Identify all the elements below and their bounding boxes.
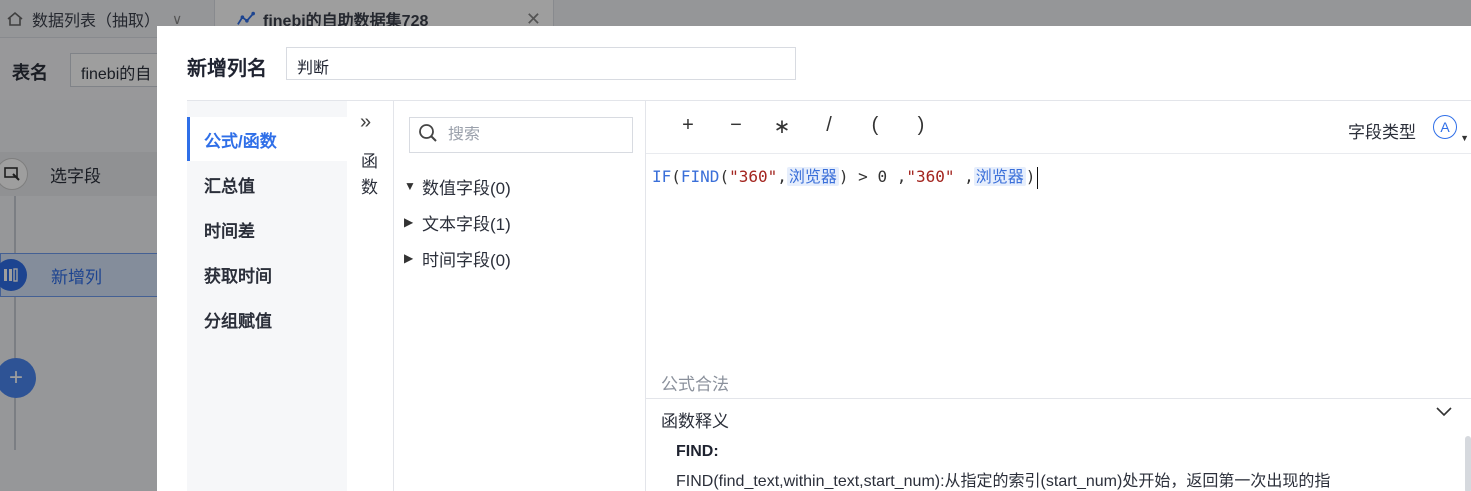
formula-panel: 公式/函数 汇总值 时间差 获取时间 分组赋值 » 函 数 ▼ 数值字段(0) [187, 100, 1471, 491]
formula-token: IF [652, 167, 672, 186]
search-icon [418, 123, 438, 148]
formula-token: ) > 0 , [838, 167, 907, 186]
category-aggregate[interactable]: 汇总值 [187, 162, 347, 206]
operator-multiply-button[interactable]: ∗ [770, 114, 794, 139]
category-group-assign[interactable]: 分组赋值 [187, 297, 347, 341]
formula-token: ( [719, 167, 730, 186]
operator-left-paren-button[interactable]: ( [863, 114, 887, 137]
caret-down-icon: ▼ [404, 179, 416, 193]
double-chevron-right-icon[interactable]: » [360, 111, 371, 134]
column-name-input[interactable]: 判断 [286, 47, 796, 80]
operator-plus-button[interactable]: + [676, 114, 700, 137]
formula-text[interactable]: IF(FIND("360", 浏览器) > 0 ,"360" , 浏览器) [652, 163, 1039, 189]
formula-field-tag[interactable]: 浏览器 [786, 167, 839, 186]
formula-token: "360" [729, 167, 778, 186]
category-formula[interactable]: 公式/函数 [187, 117, 347, 161]
search-input[interactable] [448, 126, 618, 144]
formula-token: ( [671, 167, 681, 186]
chevron-down-icon[interactable] [1435, 405, 1453, 423]
caret-down-icon[interactable]: ▼ [1460, 133, 1469, 143]
formula-token: , [777, 167, 787, 186]
caret-right-icon: ▶ [404, 215, 414, 229]
field-group-label: 时间字段(0) [422, 250, 511, 270]
dialog-title: 新增列名 [187, 58, 267, 80]
function-category-list: 公式/函数 汇总值 时间差 获取时间 分组赋值 [187, 101, 347, 491]
function-label-char: 数 [361, 178, 378, 197]
field-group-numeric[interactable]: ▼ 数值字段(0) [404, 172, 511, 200]
text-type-icon[interactable]: A [1433, 115, 1457, 139]
formula-token: FIND [680, 167, 720, 186]
field-type-label: 字段类型 [1348, 123, 1416, 142]
function-label-char: 函 [361, 152, 378, 171]
field-group-text[interactable]: ▶ 文本字段(1) [404, 208, 511, 236]
function-collapse-toggle[interactable]: » 函 数 [347, 101, 394, 491]
field-group-time[interactable]: ▶ 时间字段(0) [404, 244, 511, 272]
explanation-function-name: FIND: [676, 443, 719, 460]
category-get-time[interactable]: 获取时间 [187, 252, 347, 296]
field-group-label: 文本字段(1) [422, 214, 511, 234]
formula-editor: + − ∗ / ( ) 字段类型 A ▼ IF(FIND("360", 浏览器) … [646, 101, 1471, 491]
explanation-description: FIND(find_text,within_text,start_num):从指… [676, 473, 1331, 490]
explanation-scrollbar[interactable] [1465, 436, 1471, 491]
function-explanation: 函数释义 FIND: FIND(find_text,within_text,st… [646, 398, 1471, 491]
add-column-dialog: 新增列名 判断 公式/函数 汇总值 时间差 获取时间 分组赋值 » 函 数 搜索… [157, 26, 1471, 491]
field-search[interactable] [409, 117, 633, 153]
operator-toolbar: + − ∗ / ( ) 字段类型 A ▼ [646, 101, 1471, 154]
field-list-panel: ▼ 数值字段(0) ▶ 文本字段(1) ▶ 时间字段(0) [394, 101, 646, 491]
text-cursor [1037, 166, 1039, 189]
category-time-diff[interactable]: 时间差 [187, 207, 347, 251]
operator-right-paren-button[interactable]: ) [909, 114, 933, 137]
field-group-label: 数值字段(0) [422, 178, 511, 198]
formula-token: "360" [906, 167, 955, 186]
caret-right-icon: ▶ [404, 251, 414, 265]
operator-minus-button[interactable]: − [724, 114, 748, 137]
operator-divide-button[interactable]: / [817, 114, 841, 137]
formula-field-tag[interactable]: 浏览器 [973, 167, 1026, 186]
explanation-title: 函数释义 [661, 412, 729, 431]
formula-validation-status: 公式合法 [661, 375, 729, 394]
function-vertical-label: 函 数 [361, 149, 381, 201]
formula-token: ) [1025, 167, 1036, 186]
formula-token: , [954, 167, 974, 186]
